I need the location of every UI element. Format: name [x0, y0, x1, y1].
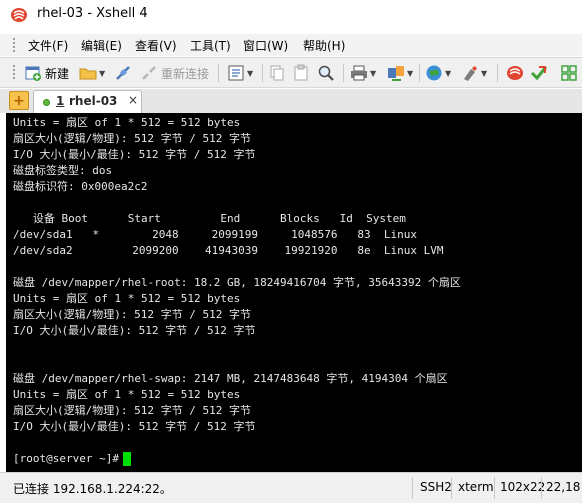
terminal-line: Units = 扇区 of 1 * 512 = 512 bytes — [13, 388, 241, 401]
new-session-button[interactable]: 新建 — [24, 62, 69, 84]
chevron-down-icon[interactable]: ▼ — [481, 69, 487, 78]
chevron-down-icon[interactable]: ▼ — [99, 69, 105, 78]
transfer-icon — [387, 64, 405, 82]
toolbar-divider — [419, 64, 420, 82]
globe-icon — [425, 64, 443, 82]
terminal-line: I/O 大小(最小/最佳): 512 字节 / 512 字节 — [13, 420, 256, 433]
toolbar-divider — [343, 64, 344, 82]
paste-button[interactable] — [292, 62, 310, 84]
tab-bar: + 1 rhel-03 × — [0, 89, 582, 113]
chevron-down-icon[interactable]: ▼ — [407, 69, 413, 78]
xshell-logo-icon — [10, 7, 28, 23]
status-bar: 已连接 192.168.1.224:22。 SSH2 xterm 102x22 … — [0, 472, 582, 503]
find-button[interactable] — [317, 62, 335, 84]
toolbar-divider — [262, 64, 263, 82]
text-cursor — [122, 452, 131, 466]
menu-window[interactable]: 窗口(W) — [243, 37, 288, 54]
status-divider — [541, 477, 542, 499]
terminal-line: I/O 大小(最小/最佳): 512 字节 / 512 字节 — [13, 148, 256, 161]
connection-status: 已连接 192.168.1.224:22。 — [13, 482, 172, 496]
terminal-line: /dev/sda1 * 2048 2099199 1048576 83 Linu… — [13, 228, 417, 241]
connect-button[interactable] — [114, 62, 132, 84]
reconnect-button[interactable]: 重新连接 — [140, 62, 209, 84]
terminal-line: 扇区大小(逻辑/物理): 512 字节 / 512 字节 — [13, 404, 251, 417]
reconnect-label: 重新连接 — [161, 66, 210, 81]
printer-icon — [350, 64, 368, 82]
terminal-line: Units = 扇区 of 1 * 512 = 512 bytes — [13, 116, 241, 129]
close-icon[interactable]: × — [128, 93, 138, 107]
terminal-prompt-line[interactable]: [root@server ~]# — [13, 451, 131, 467]
terminal-line: 设备 Boot Start End Blocks Id System — [13, 212, 406, 225]
protocol-status: SSH2 — [420, 480, 452, 494]
menu-help[interactable]: 帮助(H) — [303, 37, 345, 54]
chevron-down-icon[interactable]: ▼ — [445, 69, 451, 78]
new-session-label: 新建 — [45, 66, 70, 81]
copy-icon — [268, 64, 286, 82]
connected-status-icon — [43, 99, 50, 106]
new-session-icon — [24, 64, 42, 82]
tab-number: 1 — [56, 94, 65, 108]
xftp-button[interactable] — [530, 62, 548, 84]
menu-view[interactable]: 查看(V) — [135, 37, 177, 54]
open-folder-button[interactable]: ▼ — [79, 62, 105, 84]
terminal-line: 磁盘 /dev/mapper/rhel-root: 18.2 GB, 18249… — [13, 276, 461, 289]
status-divider — [451, 477, 452, 499]
terminal-line: Units = 扇区 of 1 * 512 = 512 bytes — [13, 292, 241, 305]
copy-button[interactable] — [268, 62, 286, 84]
print-button[interactable]: ▼ — [350, 62, 376, 84]
search-icon — [317, 64, 335, 82]
toolbar-grip-icon[interactable] — [13, 65, 17, 79]
toolbar-divider — [497, 64, 498, 82]
menu-tools[interactable]: 工具(T) — [190, 37, 231, 54]
tab-label: rhel-03 — [69, 94, 118, 108]
status-divider — [412, 477, 413, 499]
chevron-down-icon[interactable]: ▼ — [370, 69, 376, 78]
terminal-line: 磁盘标签类型: dos — [13, 164, 113, 177]
reconnect-icon — [140, 64, 158, 82]
menu-edit[interactable]: 编辑(E) — [81, 37, 122, 54]
terminal-line: 磁盘 /dev/mapper/rhel-swap: 2147 MB, 21474… — [13, 372, 448, 385]
folder-icon — [79, 64, 97, 82]
shell-prompt: [root@server ~]# — [13, 452, 119, 465]
terminal-type-status: xterm — [458, 480, 494, 494]
paint-icon — [461, 64, 479, 82]
menu-bar: 文件(F) 编辑(E) 查看(V) 工具(T) 窗口(W) 帮助(H) — [0, 34, 582, 56]
menu-grip-icon[interactable] — [13, 38, 17, 52]
terminal-output[interactable]: Units = 扇区 of 1 * 512 = 512 bytes 扇区大小(逻… — [6, 113, 582, 472]
terminal-line: 磁盘标识符: 0x000ea2c2 — [13, 180, 148, 193]
toolbar-divider — [218, 64, 219, 82]
terminal-line: 扇区大小(逻辑/物理): 512 字节 / 512 字节 — [13, 308, 251, 321]
window-title: rhel-03 - Xshell 4 — [37, 6, 148, 21]
transfer-button[interactable]: ▼ — [387, 62, 413, 84]
terminal-line: /dev/sda2 2099200 41943039 19921920 8e L… — [13, 244, 444, 257]
cursor-position-status: 22,18 — [546, 480, 581, 494]
tab-rhel-03[interactable]: 1 rhel-03 × — [33, 90, 142, 113]
status-divider — [494, 477, 495, 499]
layout-button[interactable] — [560, 62, 578, 84]
color-scheme-button[interactable]: ▼ — [461, 62, 487, 84]
terminal-line: 扇区大小(逻辑/物理): 512 字节 / 512 字节 — [13, 132, 251, 145]
new-tab-button[interactable]: + — [9, 91, 29, 110]
plug-icon — [114, 64, 132, 82]
xftp-icon — [530, 64, 548, 82]
xshell-button[interactable] — [506, 62, 524, 84]
chevron-down-icon[interactable]: ▼ — [247, 69, 253, 78]
layout-grid-icon — [560, 64, 578, 82]
menu-file[interactable]: 文件(F) — [28, 37, 68, 54]
plus-icon: + — [13, 92, 25, 109]
paste-icon — [292, 64, 310, 82]
properties-icon — [227, 64, 245, 82]
globe-button[interactable]: ▼ — [425, 62, 451, 84]
properties-button[interactable]: ▼ — [227, 62, 253, 84]
title-bar: rhel-03 - Xshell 4 — [0, 0, 582, 31]
toolbar: 新建 ▼ 重新连接 ▼ ▼ ▼ ▼ ▼ — [0, 57, 582, 88]
terminal-line: I/O 大小(最小/最佳): 512 字节 / 512 字节 — [13, 324, 256, 337]
terminal-size-status: 102x22 — [500, 480, 546, 494]
xshell-icon — [506, 64, 524, 82]
